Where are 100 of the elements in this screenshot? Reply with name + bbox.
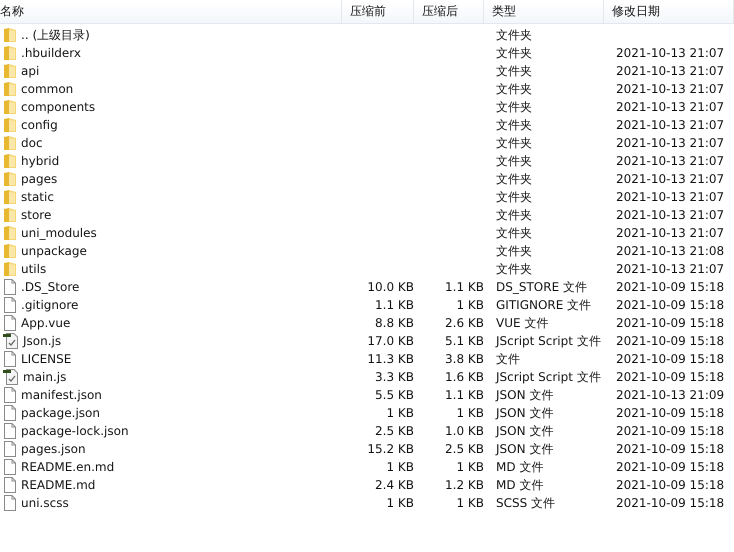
date-cell: 2021-10-13 21:07 xyxy=(616,46,724,60)
file-name[interactable]: config xyxy=(21,118,58,132)
date-cell: 2021-10-13 21:07 xyxy=(616,226,724,240)
size-cell: 2.6 KB xyxy=(445,316,484,330)
date-cell: 2021-10-09 15:18 xyxy=(616,370,724,384)
file-name[interactable]: pages.json xyxy=(21,442,86,456)
folder-icon xyxy=(3,243,17,259)
size-cell: 1 KB xyxy=(456,460,484,474)
size-cell: 3.3 KB xyxy=(375,370,414,384)
document-icon xyxy=(3,477,17,493)
type-cell: 文件夹 xyxy=(496,226,532,240)
size-cell: 1.1 KB xyxy=(375,298,414,312)
file-name[interactable]: App.vue xyxy=(21,316,70,330)
file-name[interactable]: unpackage xyxy=(21,244,87,258)
folder-icon xyxy=(3,45,17,61)
file-name[interactable]: doc xyxy=(21,136,43,150)
folder-icon xyxy=(3,171,17,187)
file-name[interactable]: package-lock.json xyxy=(21,424,129,438)
type-cell: 文件夹 xyxy=(496,64,532,78)
file-name[interactable]: utils xyxy=(21,262,46,276)
document-icon xyxy=(3,387,17,403)
type-cell: MD 文件 xyxy=(496,478,544,492)
column-header[interactable]: 压缩前 xyxy=(350,3,386,20)
size-cell: 1.1 KB xyxy=(445,280,484,294)
date-cell: 2021-10-13 21:07 xyxy=(616,208,724,222)
file-name[interactable]: manifest.json xyxy=(21,388,102,402)
date-cell: 2021-10-09 15:18 xyxy=(616,442,724,456)
file-name[interactable]: main.js xyxy=(23,370,66,384)
date-cell: 2021-10-13 21:07 xyxy=(616,190,724,204)
type-cell: JSON 文件 xyxy=(496,406,554,420)
file-name[interactable]: README.md xyxy=(21,478,96,492)
file-name[interactable]: README.en.md xyxy=(21,460,114,474)
folder-icon xyxy=(3,225,17,241)
file-name[interactable]: .gitignore xyxy=(21,298,78,312)
file-name[interactable]: store xyxy=(21,208,52,222)
type-cell: 文件夹 xyxy=(496,208,532,222)
file-name[interactable]: components xyxy=(21,100,96,114)
file-name[interactable]: LICENSE xyxy=(21,352,72,366)
size-cell: 1 KB xyxy=(386,460,414,474)
file-name[interactable]: Json.js xyxy=(23,334,62,348)
file-name[interactable]: .DS_Store xyxy=(21,280,80,294)
date-cell: 2021-10-09 15:18 xyxy=(616,334,724,348)
file-name[interactable]: package.json xyxy=(21,406,100,420)
document-icon xyxy=(3,423,17,439)
date-cell: 2021-10-09 15:18 xyxy=(616,352,724,366)
size-cell: 1 KB xyxy=(386,406,414,420)
file-name[interactable]: api xyxy=(21,64,40,78)
type-cell: GITIGNORE 文件 xyxy=(496,298,592,312)
size-cell: 2.5 KB xyxy=(445,442,484,456)
type-cell: VUE 文件 xyxy=(496,316,548,330)
size-cell: 15.2 KB xyxy=(367,442,414,456)
date-cell: 2021-10-13 21:07 xyxy=(616,136,724,150)
document-icon xyxy=(3,315,17,331)
folder-icon xyxy=(3,189,17,205)
date-cell: 2021-10-13 21:07 xyxy=(616,154,724,168)
type-cell: 文件夹 xyxy=(496,154,532,168)
folder-icon xyxy=(3,261,17,277)
date-cell: 2021-10-09 15:18 xyxy=(616,478,724,492)
column-header[interactable]: 压缩后 xyxy=(422,3,458,20)
folder-icon xyxy=(3,81,17,97)
date-cell: 2021-10-09 15:18 xyxy=(616,316,724,330)
file-name[interactable]: uni.scss xyxy=(21,496,69,510)
folder-icon xyxy=(3,27,17,43)
size-cell: 1 KB xyxy=(456,406,484,420)
size-cell: 1.1 KB xyxy=(445,388,484,402)
size-cell: 1.2 KB xyxy=(445,478,484,492)
date-cell: 2021-10-09 15:18 xyxy=(616,280,724,294)
type-cell: JSON 文件 xyxy=(496,442,554,456)
date-cell: 2021-10-09 15:18 xyxy=(616,424,724,438)
type-cell: 文件夹 xyxy=(496,118,532,132)
size-cell: 1.0 KB xyxy=(445,424,484,438)
column-header[interactable]: 名称 xyxy=(0,3,24,20)
type-cell: JSON 文件 xyxy=(496,424,554,438)
script-file-icon xyxy=(3,369,19,385)
file-name[interactable]: .. (上级目录) xyxy=(21,26,90,44)
file-name[interactable]: pages xyxy=(21,172,58,186)
size-cell: 1 KB xyxy=(456,496,484,510)
file-name[interactable]: .hbuilderx xyxy=(21,46,82,60)
folder-icon xyxy=(3,99,17,115)
date-cell: 2021-10-13 21:07 xyxy=(616,82,724,96)
size-cell: 11.3 KB xyxy=(367,352,414,366)
file-name[interactable]: hybrid xyxy=(21,154,60,168)
file-name[interactable]: common xyxy=(21,82,74,96)
type-cell: 文件夹 xyxy=(496,100,532,114)
size-cell: 3.8 KB xyxy=(445,352,484,366)
folder-icon xyxy=(3,63,17,79)
size-cell: 8.8 KB xyxy=(375,316,414,330)
type-cell: DS_STORE 文件 xyxy=(496,280,587,294)
type-cell: JScript Script 文件 xyxy=(496,370,601,384)
size-cell: 5.1 KB xyxy=(445,334,484,348)
folder-icon xyxy=(3,117,17,133)
file-name[interactable]: uni_modules xyxy=(21,226,97,240)
column-header[interactable]: 修改日期 xyxy=(612,3,660,20)
size-cell: 17.0 KB xyxy=(367,334,414,348)
column-header[interactable]: 类型 xyxy=(492,3,516,20)
file-name[interactable]: static xyxy=(21,190,54,204)
document-icon xyxy=(3,441,17,457)
type-cell: 文件夹 xyxy=(496,262,532,276)
type-cell: 文件夹 xyxy=(496,136,532,150)
document-icon xyxy=(3,351,17,367)
